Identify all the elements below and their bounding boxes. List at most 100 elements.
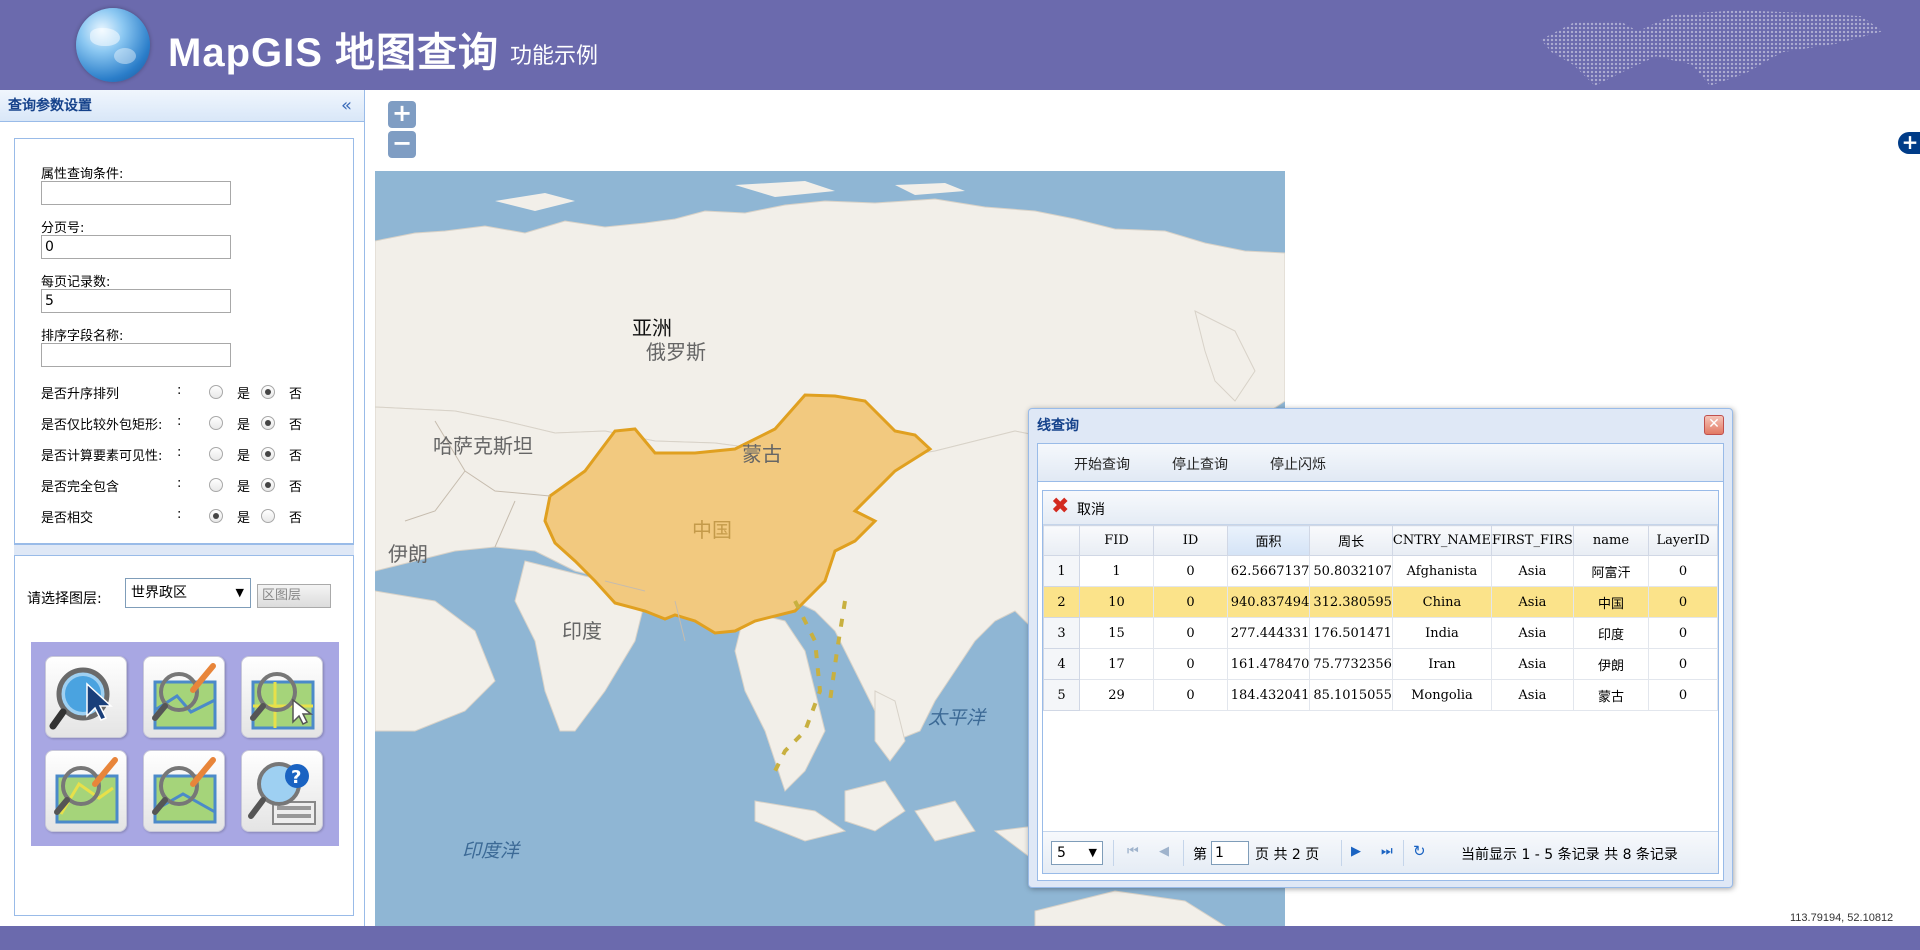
- option-label: 是否相交: [41, 511, 94, 526]
- table-cell: 0: [1648, 586, 1718, 618]
- stop-query-button[interactable]: 停止查询: [1172, 454, 1228, 474]
- option-ascending-row: 是否升序排列 : 是 否: [41, 381, 341, 403]
- option-yes-label: 是: [237, 418, 251, 433]
- option-bbox-row: 是否仅比较外包矩形: : 是 否: [41, 412, 341, 434]
- query-params-form: 属性查询条件: 分页号: 0 每页记录数: 5 排序字段名称: 是否升序排列 :…: [14, 138, 354, 544]
- sort-field-label: 排序字段名称:: [41, 329, 124, 344]
- stop-flash-button[interactable]: 停止闪烁: [1270, 454, 1326, 474]
- start-query-button[interactable]: 开始查询: [1074, 454, 1130, 474]
- page-number-input[interactable]: 1: [1211, 841, 1249, 865]
- collapse-icon[interactable]: «: [341, 90, 352, 122]
- column-header-cntry-name[interactable]: CNTRY_NAME: [1391, 525, 1492, 556]
- option-colon: :: [177, 445, 182, 460]
- table-cell: 0: [1648, 679, 1718, 711]
- pager-divider: [1113, 840, 1114, 866]
- option-no-radio[interactable]: [261, 447, 275, 461]
- column-header-fid[interactable]: FID: [1078, 525, 1155, 556]
- option-yes-radio[interactable]: [209, 447, 223, 461]
- option-yes-radio[interactable]: [209, 385, 223, 399]
- option-label: 是否完全包含: [41, 480, 120, 495]
- grid-toolbar: ✖ 取消: [1043, 491, 1718, 525]
- table-cell: 0: [1648, 648, 1718, 680]
- select-query-tool-button[interactable]: [45, 656, 127, 738]
- panel-splitter[interactable]: [14, 544, 354, 556]
- table-row[interactable]: 4 17 0 161.478470 75.7732356 Iran Asia 伊…: [1043, 648, 1718, 680]
- map-rectangle-icon: [250, 672, 315, 730]
- table-row[interactable]: 1 1 0 62.5667137 50.8032107 Afghanista A…: [1043, 555, 1718, 587]
- region-layer-button[interactable]: 区图层: [257, 584, 331, 608]
- option-colon: :: [177, 383, 182, 398]
- table-row-selected[interactable]: 2 10 0 940.837494 312.380595 China Asia …: [1043, 586, 1718, 618]
- table-cell: Iran: [1391, 648, 1492, 680]
- column-header-area[interactable]: 面积: [1226, 525, 1311, 556]
- option-yes-radio[interactable]: [209, 416, 223, 430]
- page-size-select[interactable]: 5 ▼: [1051, 841, 1103, 865]
- column-header-name[interactable]: name: [1572, 525, 1650, 556]
- column-header-perimeter[interactable]: 周长: [1309, 525, 1393, 556]
- pager-divider: [1183, 840, 1184, 866]
- table-cell: 184.432041: [1226, 679, 1311, 711]
- option-label: 是否计算要素可见性:: [41, 449, 163, 464]
- table-cell: 17: [1078, 648, 1155, 680]
- circle-query-tool-button[interactable]: [143, 750, 225, 832]
- column-header-layerid[interactable]: LayerID: [1648, 525, 1718, 556]
- sort-field-input[interactable]: [41, 343, 231, 367]
- panel-title: 查询参数设置: [8, 98, 92, 114]
- records-per-page-label: 每页记录数:: [41, 275, 111, 290]
- last-page-icon[interactable]: ⏭: [1381, 844, 1393, 859]
- option-yes-radio[interactable]: [209, 509, 223, 523]
- option-no-radio[interactable]: [261, 416, 275, 430]
- line-query-tool-button[interactable]: [143, 656, 225, 738]
- dropdown-arrow-icon: ▼: [235, 586, 244, 599]
- layer-select[interactable]: 世界政区 ▼: [125, 578, 251, 608]
- column-header-first-firs[interactable]: FIRST_FIRS: [1490, 525, 1574, 556]
- row-number-cell: 2: [1043, 586, 1080, 618]
- option-no-label: 否: [289, 418, 303, 433]
- svg-text:?: ?: [291, 767, 301, 788]
- cancel-button[interactable]: 取消: [1077, 499, 1105, 519]
- table-cell: China: [1391, 586, 1492, 618]
- prev-page-icon[interactable]: ◀: [1159, 844, 1169, 859]
- record-summary: 当前显示 1 - 5 条记录 共 8 条记录: [1461, 847, 1678, 863]
- table-cell: Asia: [1490, 648, 1574, 680]
- records-per-page-input[interactable]: 5: [41, 289, 231, 313]
- column-header-id[interactable]: ID: [1153, 525, 1228, 556]
- map-label-indian-ocean: 印度洋: [462, 840, 520, 862]
- option-yes-radio[interactable]: [209, 478, 223, 492]
- zoom-in-button[interactable]: +: [388, 101, 416, 128]
- option-no-label: 否: [289, 449, 303, 464]
- table-cell: 0: [1153, 617, 1228, 649]
- page-size-value: 5: [1057, 845, 1066, 861]
- result-grid: ✖ 取消 FID ID 面积 周长 CNTRY_NAME FIRST_FIRS …: [1042, 490, 1719, 874]
- expand-panel-icon[interactable]: +: [1898, 132, 1920, 154]
- layer-tools-box: 请选择图层: 世界政区 ▼ 区图层 ?: [14, 556, 354, 916]
- option-no-label: 否: [289, 480, 303, 495]
- map-label-mongolia: 蒙古: [742, 442, 782, 466]
- polygon-query-tool-button[interactable]: [45, 750, 127, 832]
- cancel-x-icon[interactable]: ✖: [1051, 496, 1071, 518]
- app-title: MapGIS 地图查询: [168, 31, 500, 75]
- map-circle-pen-icon: [152, 757, 217, 824]
- row-number-header: [1043, 525, 1080, 556]
- dialog-toolbar: 开始查询 停止查询 停止闪烁: [1038, 444, 1723, 482]
- attribute-condition-input[interactable]: [41, 181, 231, 205]
- option-visibility-row: 是否计算要素可见性: : 是 否: [41, 443, 341, 465]
- magnifier-cursor-icon: [49, 667, 113, 730]
- layer-label: 请选择图层:: [27, 591, 102, 607]
- attribute-query-tool-button[interactable]: ?: [241, 750, 323, 832]
- close-icon[interactable]: ✕: [1704, 415, 1724, 435]
- first-page-icon[interactable]: ⏮: [1127, 844, 1139, 859]
- next-page-icon[interactable]: ▶: [1351, 844, 1361, 859]
- rect-query-tool-button[interactable]: [241, 656, 323, 738]
- map-line-pen-icon: [152, 663, 217, 730]
- page-prefix: 第: [1193, 847, 1207, 863]
- table-cell: Asia: [1490, 586, 1574, 618]
- page-number-input[interactable]: 0: [41, 235, 231, 259]
- option-no-radio[interactable]: [261, 478, 275, 492]
- option-no-radio[interactable]: [261, 509, 275, 523]
- table-row[interactable]: 3 15 0 277.444331 176.501471 India Asia …: [1043, 617, 1718, 649]
- option-no-radio[interactable]: [261, 385, 275, 399]
- refresh-icon[interactable]: ↻: [1413, 842, 1426, 860]
- table-row[interactable]: 5 29 0 184.432041 85.1015055 Mongolia As…: [1043, 679, 1718, 711]
- zoom-out-button[interactable]: −: [388, 131, 416, 158]
